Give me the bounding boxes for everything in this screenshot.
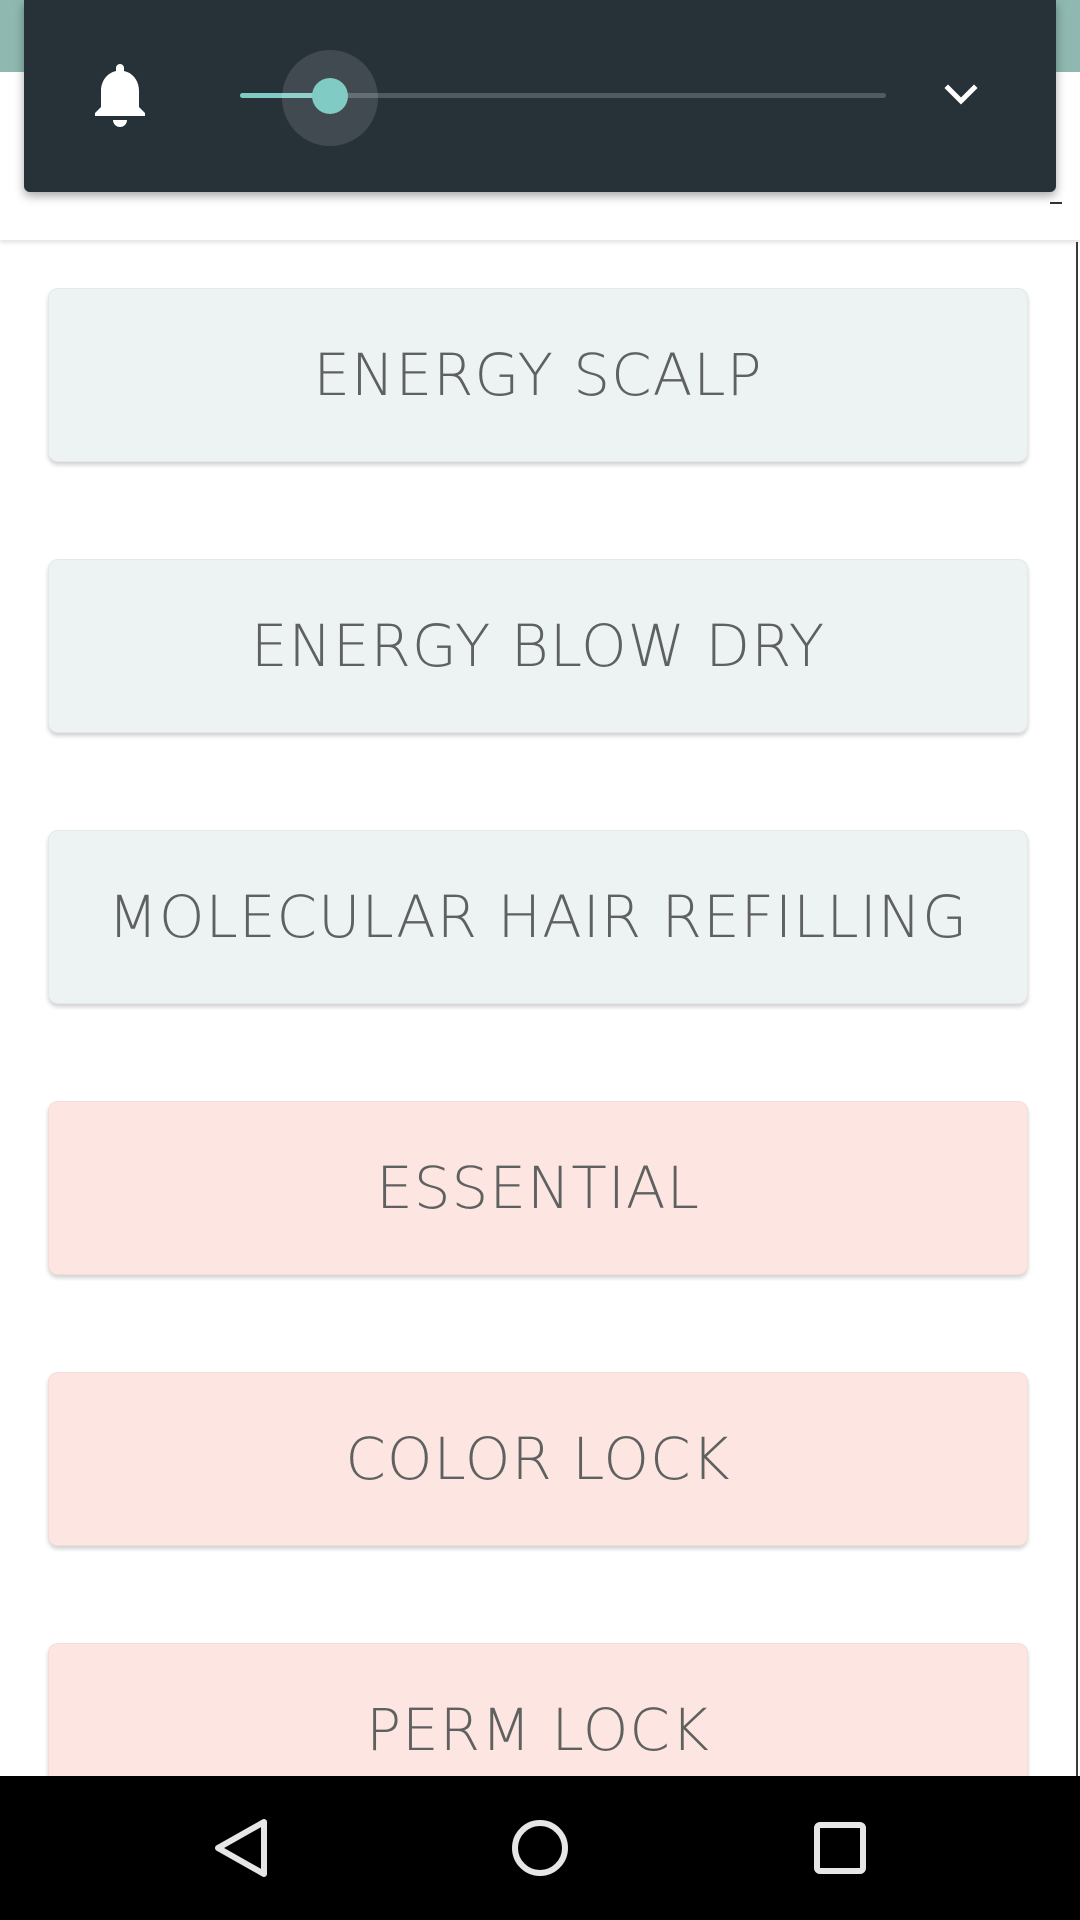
volume-panel: [24, 0, 1056, 192]
recent-apps-square-icon[interactable]: [800, 1808, 880, 1888]
treatment-button-energy-scalp[interactable]: ENERGY SCALP: [48, 288, 1028, 462]
header-menu-fragment: [1050, 202, 1062, 204]
treatment-button-color-lock[interactable]: COLOR LOCK: [48, 1372, 1028, 1546]
home-circle-icon[interactable]: [500, 1808, 580, 1888]
chevron-down-icon[interactable]: [934, 72, 988, 120]
back-triangle-icon[interactable]: [200, 1808, 280, 1888]
treatment-label: ENERGY SCALP: [313, 341, 763, 409]
bell-icon[interactable]: [92, 60, 148, 130]
treatment-list: ENERGY SCALP ENERGY BLOW DRY MOLECULAR H…: [48, 288, 1028, 1914]
treatment-label: MOLECULAR HAIR REFILLING: [107, 883, 969, 951]
navigation-bar: [0, 1776, 1080, 1920]
volume-slider[interactable]: [216, 50, 886, 146]
treatment-label: PERM LOCK: [366, 1696, 710, 1764]
screen: ENERGY SCALP ENERGY BLOW DRY MOLECULAR H…: [0, 0, 1080, 1920]
treatment-button-energy-blow-dry[interactable]: ENERGY BLOW DRY: [48, 559, 1028, 733]
treatment-button-essential[interactable]: ESSENTIAL: [48, 1101, 1028, 1275]
scrollbar-edge: [1076, 242, 1078, 1777]
treatment-button-molecular-hair-refilling[interactable]: MOLECULAR HAIR REFILLING: [48, 830, 1028, 1004]
treatment-label: ESSENTIAL: [376, 1154, 700, 1222]
treatment-label: COLOR LOCK: [345, 1425, 731, 1493]
treatment-label: ENERGY BLOW DRY: [250, 612, 826, 680]
